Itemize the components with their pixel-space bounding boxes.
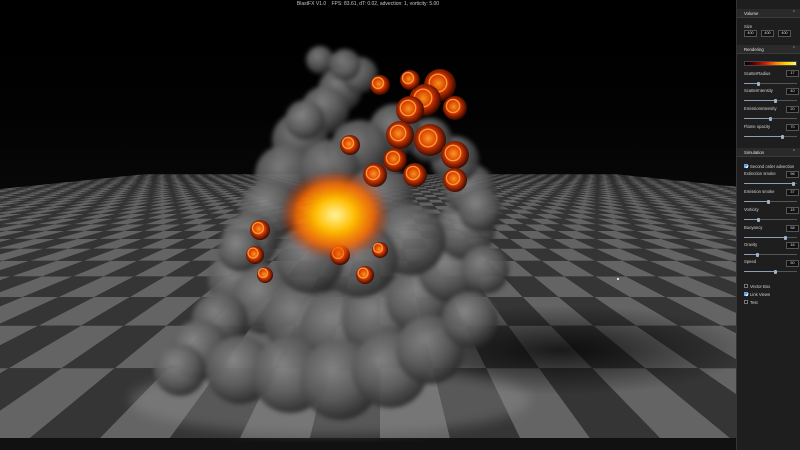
vorticity-label: Vorticity xyxy=(744,207,759,212)
scatter-intensity-input[interactable] xyxy=(786,88,799,95)
vector-box-checkbox[interactable] xyxy=(744,284,748,288)
second-order-checkbox[interactable] xyxy=(744,164,748,168)
emission-smoke-input[interactable] xyxy=(786,189,799,196)
chevron-up-icon: ⌃ xyxy=(791,9,796,16)
explosion-scene xyxy=(0,0,736,450)
second-order-label: Second order advection xyxy=(750,164,795,169)
rendering-header-label: Rendering xyxy=(744,46,764,52)
simulation-section-header[interactable]: Simulation ⌃ xyxy=(737,148,800,157)
test-checkbox[interactable] xyxy=(744,300,748,304)
buoyancy-input[interactable] xyxy=(786,225,799,232)
render-viewport[interactable]: BlastFX V1.0 FPS: 83.61, dT: 0.02, advec… xyxy=(0,0,736,450)
slider-knob[interactable] xyxy=(767,199,771,204)
slider-knob[interactable] xyxy=(774,269,778,274)
link-views-checkbox[interactable] xyxy=(744,292,748,296)
emission-smoke-slider[interactable] xyxy=(744,199,797,204)
speed-slider[interactable] xyxy=(744,269,797,274)
speed-input[interactable] xyxy=(786,260,799,267)
colormap-gradient[interactable] xyxy=(744,61,797,66)
slider-knob[interactable] xyxy=(755,252,759,257)
size-x-input[interactable] xyxy=(744,30,757,37)
flame-opacity-input[interactable] xyxy=(786,124,799,131)
title-bar: BlastFX V1.0 FPS: 83.61, dT: 0.02, advec… xyxy=(0,0,736,9)
flame-opacity-slider[interactable] xyxy=(744,134,797,139)
scatter-intensity-label: ScatterIntensity xyxy=(744,88,773,93)
link-views-label: Link Views xyxy=(750,292,770,297)
speed-label: Speed xyxy=(744,259,757,264)
extinction-smoke-label: Extinction smoke xyxy=(744,171,776,176)
buoyancy-label: Buoyancy xyxy=(744,225,763,230)
size-y-input[interactable] xyxy=(761,30,774,37)
slider-knob[interactable] xyxy=(757,217,761,222)
vorticity-input[interactable] xyxy=(786,207,799,214)
emission-intensity-label: EmissionIntensity xyxy=(744,106,777,111)
slider-knob[interactable] xyxy=(780,134,784,139)
emission-intensity-input[interactable] xyxy=(786,106,799,113)
slider-knob[interactable] xyxy=(769,116,772,121)
size-label: Size xyxy=(744,24,753,29)
gravity-label: Gravity xyxy=(744,242,758,247)
scatter-radius-slider[interactable] xyxy=(744,81,797,86)
scatter-radius-input[interactable] xyxy=(786,70,799,77)
volume-header-label: Volume xyxy=(744,10,759,16)
extinction-smoke-input[interactable] xyxy=(786,171,799,178)
rendering-section-header[interactable]: Rendering ⌃ xyxy=(737,45,800,54)
app-title: BlastFX V1.0 xyxy=(296,1,327,7)
slider-knob[interactable] xyxy=(756,81,760,86)
simulation-header-label: Simulation xyxy=(744,149,765,155)
stats-readout: FPS: 83.61, dT: 0.02, advection: 1, vort… xyxy=(331,1,440,7)
mouse-cursor xyxy=(617,278,619,280)
slider-knob[interactable] xyxy=(791,181,795,186)
control-panel: Volume ⌃ Size Rendering ⌃ ScatterRadius … xyxy=(736,0,800,450)
volume-section-header[interactable]: Volume ⌃ xyxy=(737,9,800,18)
scatter-radius-label: ScatterRadius xyxy=(744,71,771,76)
scatter-intensity-slider[interactable] xyxy=(744,98,797,103)
slider-knob[interactable] xyxy=(783,235,787,240)
emission-smoke-label: Emission smoke xyxy=(744,189,775,194)
vorticity-slider[interactable] xyxy=(744,217,797,222)
slider-knob[interactable] xyxy=(774,98,778,103)
extinction-smoke-slider[interactable] xyxy=(744,181,797,186)
size-z-input[interactable] xyxy=(778,30,791,37)
gravity-input[interactable] xyxy=(786,242,799,249)
test-label: Test xyxy=(750,300,758,305)
chevron-up-icon: ⌃ xyxy=(791,45,796,52)
vector-box-label: Vector Box xyxy=(750,284,771,289)
fire-core xyxy=(280,170,390,260)
flame-opacity-label: Flame opacity xyxy=(744,124,771,129)
emission-intensity-slider[interactable] xyxy=(744,116,797,121)
chevron-up-icon: ⌃ xyxy=(791,148,796,155)
buoyancy-slider[interactable] xyxy=(744,235,797,240)
gravity-slider[interactable] xyxy=(744,252,797,257)
